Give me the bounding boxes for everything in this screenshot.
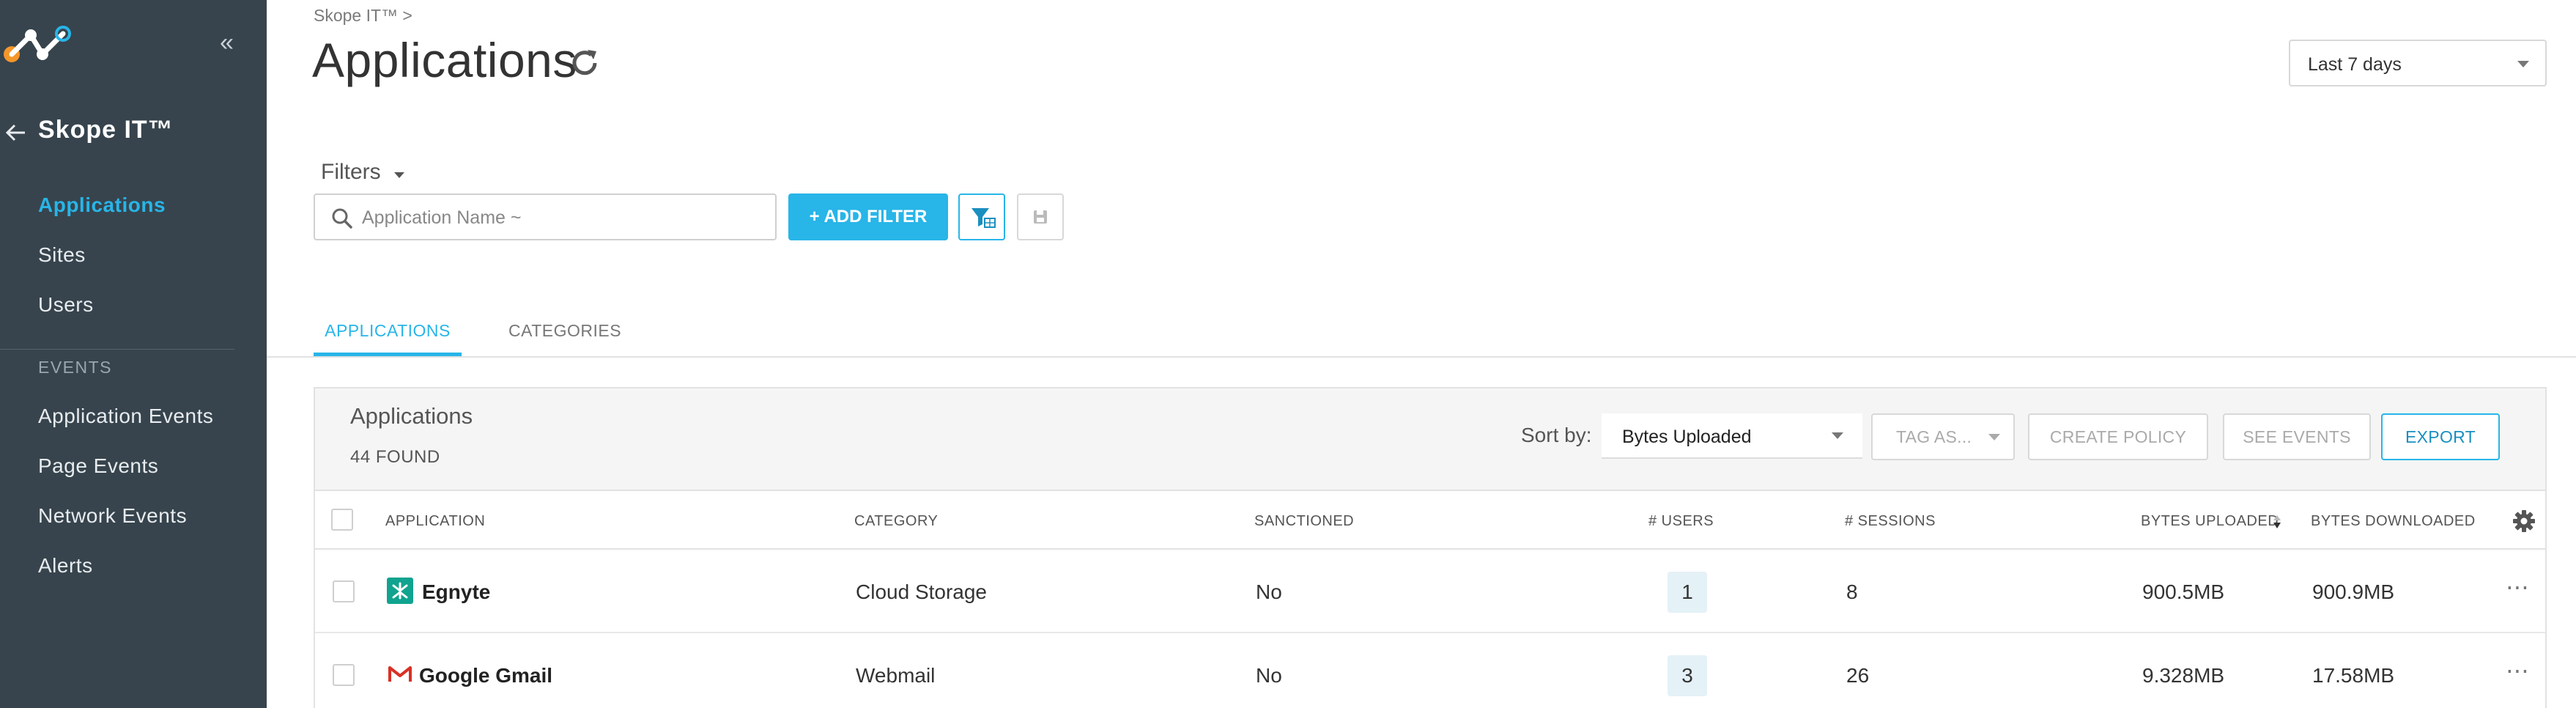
- filters-toggle[interactable]: Filters: [321, 160, 404, 185]
- column-users[interactable]: # USERS: [1648, 513, 1714, 530]
- see-events-button[interactable]: SEE EVENTS: [2223, 413, 2371, 460]
- sort-label: Sort by:: [1521, 424, 1592, 446]
- category-cell: Cloud Storage: [856, 580, 988, 603]
- collapse-sidebar-icon[interactable]: «: [220, 30, 243, 55]
- save-icon: [1034, 210, 1047, 224]
- sidebar-item-page-events[interactable]: Page Events: [38, 454, 158, 478]
- sessions-cell: 26: [1846, 664, 1870, 687]
- sidebar-title: Skope IT™: [38, 116, 174, 144]
- back-arrow-icon[interactable]: [4, 119, 28, 146]
- chevron-down-icon: [1832, 432, 1843, 439]
- table-row[interactable]: Google Gmail Webmail No 3 26 9.328MB 17.…: [315, 635, 2545, 708]
- column-category[interactable]: CATEGORY: [854, 513, 938, 530]
- select-all-checkbox[interactable]: [331, 509, 353, 531]
- tag-as-label: TAG AS...: [1896, 427, 1972, 446]
- sidebar: « Skope IT™ Applications Sites Users EVE…: [0, 0, 267, 708]
- chevron-down-icon: [394, 172, 404, 178]
- sidebar-item-applications[interactable]: Applications: [38, 193, 166, 217]
- bytes-downloaded-cell: 900.9MB: [2312, 580, 2395, 603]
- bytes-uploaded-cell: 900.5MB: [2142, 580, 2225, 603]
- filter-view-button[interactable]: [958, 193, 1005, 240]
- date-range-select[interactable]: Last 7 days: [2289, 40, 2547, 86]
- column-application[interactable]: APPLICATION: [385, 513, 485, 530]
- column-sanctioned[interactable]: SANCTIONED: [1254, 513, 1354, 530]
- create-policy-button[interactable]: CREATE POLICY: [2028, 413, 2208, 460]
- sanctioned-cell: No: [1256, 664, 1282, 687]
- sessions-cell: 8: [1846, 580, 1858, 603]
- more-options-icon[interactable]: ⋯: [2506, 657, 2530, 685]
- panel-header: Applications 44 FOUND Sort by: Bytes Upl…: [315, 388, 2545, 491]
- egnyte-icon: [387, 578, 413, 604]
- date-range-value: Last 7 days: [2308, 54, 2402, 75]
- table-header: APPLICATION CATEGORY SANCTIONED # USERS …: [315, 493, 2545, 550]
- table-row[interactable]: Egnyte Cloud Storage No 1 8 900.5MB 900.…: [315, 551, 2545, 633]
- gmail-icon: [388, 666, 412, 682]
- tabs-divider: [267, 356, 2576, 358]
- category-cell: Webmail: [856, 664, 936, 687]
- netskope-logo-icon: [4, 26, 71, 62]
- sidebar-item-sites[interactable]: Sites: [38, 243, 86, 267]
- sanctioned-cell: No: [1256, 580, 1282, 603]
- users-count-badge[interactable]: 3: [1668, 655, 1707, 696]
- filters-label: Filters: [321, 160, 381, 184]
- export-button[interactable]: EXPORT: [2381, 413, 2500, 460]
- breadcrumb[interactable]: Skope IT™ >: [314, 6, 412, 26]
- sidebar-item-network-events[interactable]: Network Events: [38, 504, 187, 528]
- sort-by-select[interactable]: Bytes Uploaded: [1602, 413, 1862, 459]
- sidebar-item-application-events[interactable]: Application Events: [38, 405, 213, 428]
- sort-descending-icon[interactable]: [2271, 513, 2283, 531]
- bytes-uploaded-cell: 9.328MB: [2142, 664, 2225, 687]
- chevron-down-icon: [2517, 61, 2529, 67]
- column-bytes-uploaded[interactable]: BYTES UPLOADED: [2141, 513, 2279, 530]
- tab-categories[interactable]: CATEGORIES: [508, 321, 621, 356]
- results-count: 44 FOUND: [350, 447, 440, 467]
- search-input[interactable]: [362, 204, 758, 232]
- row-checkbox[interactable]: [333, 664, 355, 686]
- sidebar-section-events: EVENTS: [38, 358, 113, 377]
- users-count-badge[interactable]: 1: [1668, 572, 1707, 613]
- bytes-downloaded-cell: 17.58MB: [2312, 664, 2395, 687]
- search-icon: [332, 208, 352, 229]
- search-field[interactable]: [314, 193, 777, 240]
- tag-as-button[interactable]: TAG AS...: [1871, 413, 2015, 460]
- save-filter-button[interactable]: [1017, 193, 1064, 240]
- sidebar-item-alerts[interactable]: Alerts: [38, 554, 93, 578]
- column-sessions[interactable]: # SESSIONS: [1845, 513, 1936, 530]
- column-bytes-downloaded[interactable]: BYTES DOWNLOADED: [2311, 513, 2476, 530]
- add-filter-button[interactable]: + ADD FILTER: [788, 193, 948, 240]
- chevron-down-icon: [1988, 434, 2000, 440]
- more-options-icon[interactable]: ⋯: [2506, 573, 2530, 601]
- sidebar-item-users[interactable]: Users: [38, 293, 94, 317]
- tab-applications[interactable]: APPLICATIONS: [314, 321, 462, 356]
- application-name[interactable]: Google Gmail: [419, 664, 552, 687]
- refresh-icon[interactable]: [567, 45, 602, 81]
- panel-title: Applications: [350, 403, 473, 429]
- application-name[interactable]: Egnyte: [422, 580, 490, 604]
- row-checkbox[interactable]: [333, 580, 355, 602]
- page-title: Applications: [312, 33, 577, 87]
- gear-icon[interactable]: [2512, 509, 2536, 534]
- sort-by-value: Bytes Uploaded: [1622, 427, 1752, 447]
- filter-table-icon: [971, 208, 996, 228]
- sidebar-divider: [0, 349, 234, 350]
- applications-panel: Applications 44 FOUND Sort by: Bytes Upl…: [314, 387, 2547, 708]
